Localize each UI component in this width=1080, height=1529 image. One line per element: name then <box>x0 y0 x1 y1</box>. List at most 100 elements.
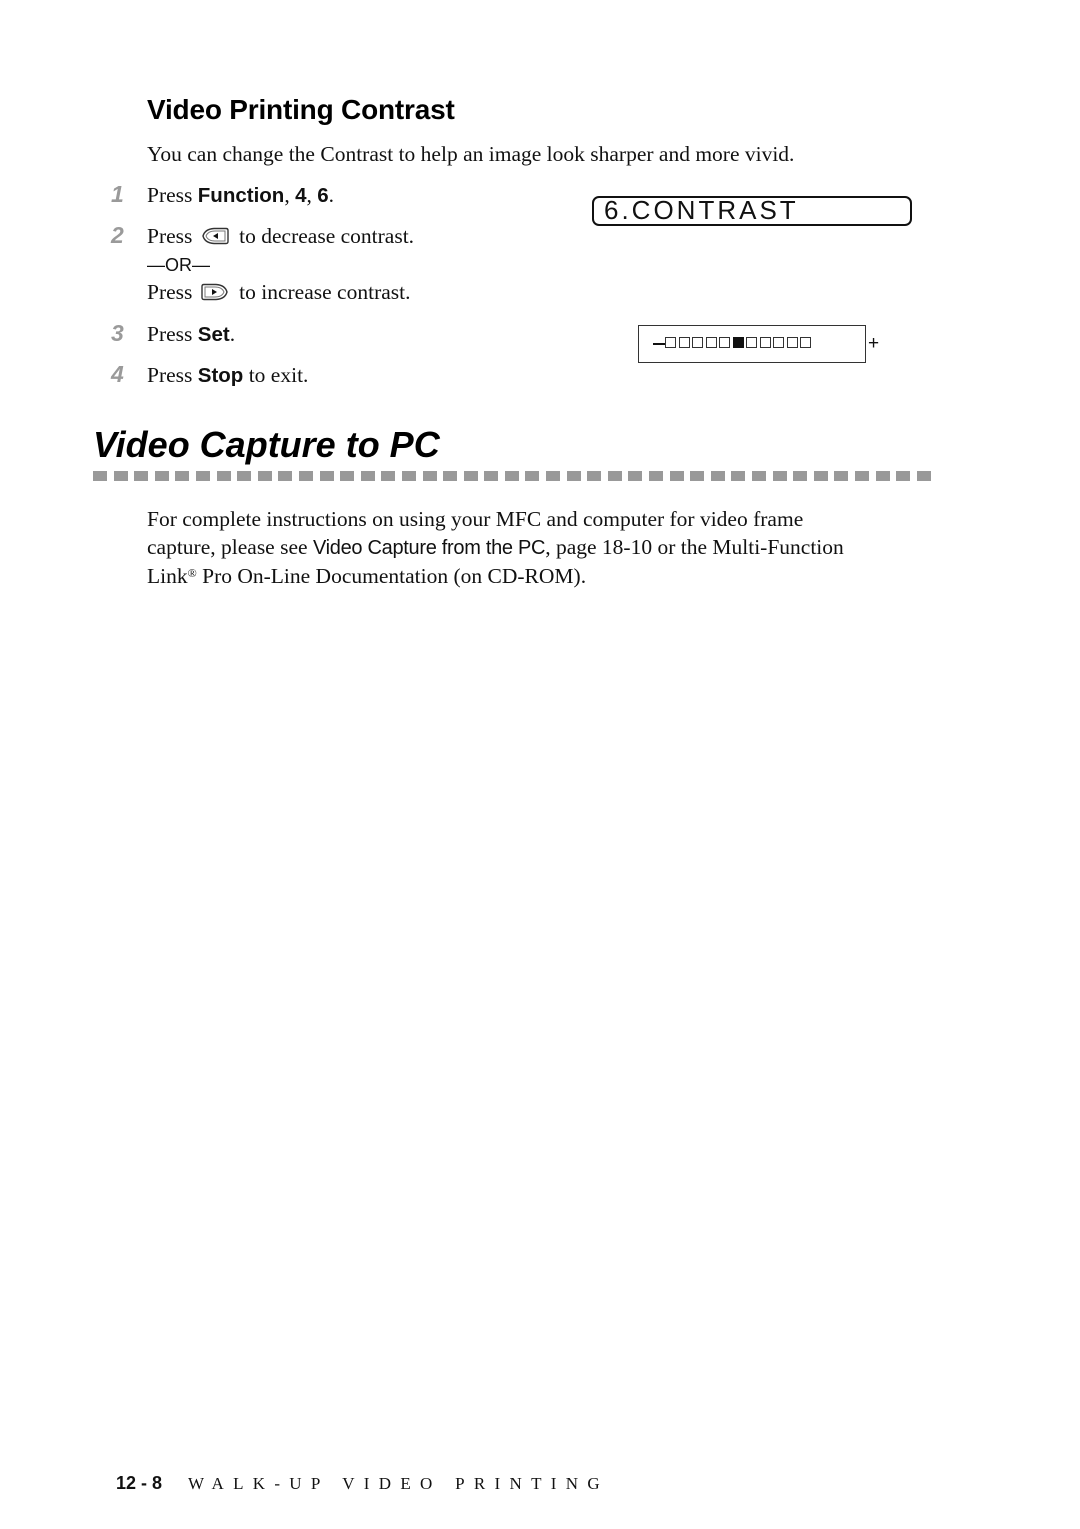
contrast-level-square <box>759 337 771 348</box>
step-3-text: Press Set. <box>147 320 235 349</box>
paragraph-text: capture, please see <box>147 535 313 559</box>
step-text-part: Press <box>147 322 198 346</box>
divider-dot <box>546 471 561 481</box>
divider-dot <box>813 471 828 481</box>
divider-dot <box>422 471 437 481</box>
cross-reference-link[interactable]: Video Capture from the PC <box>313 537 546 559</box>
key-4-label: 4 <box>295 184 307 207</box>
registered-mark: ® <box>187 566 197 580</box>
intro-text: You can change the Contrast to help an i… <box>147 142 795 166</box>
contrast-level-square <box>692 337 703 348</box>
step-text-part: , <box>306 183 318 207</box>
capture-paragraph: For complete instructions on using your … <box>147 505 947 590</box>
contrast-level-square <box>719 337 730 348</box>
contrast-level-square <box>773 337 784 348</box>
lcd-menu-text: 6.CONTRAST <box>604 195 799 225</box>
divider-dot <box>360 471 375 481</box>
paragraph-line: For complete instructions on using your … <box>147 507 804 531</box>
or-separator: —OR— <box>147 255 210 275</box>
step-text-part: to increase contrast. <box>233 280 411 304</box>
paragraph-text: Link <box>147 564 188 588</box>
divider-dot <box>772 471 787 481</box>
chapter-section-heading: Video Capture to PC <box>93 424 440 465</box>
divider-dot <box>834 471 849 481</box>
plus-icon: + <box>868 333 880 354</box>
step-text-part: Press <box>147 224 198 248</box>
divider-dot <box>587 471 602 481</box>
contrast-level-square <box>746 337 757 348</box>
divider-dot <box>566 471 581 481</box>
divider-dot <box>237 471 252 481</box>
function-key-label: Function <box>197 184 285 207</box>
contrast-level-square <box>678 337 690 348</box>
step-text-part: to exit. <box>243 363 309 387</box>
divider-dot <box>525 471 540 481</box>
divider-dot <box>463 471 478 481</box>
divider-dot <box>916 471 931 481</box>
divider-dot <box>93 471 107 481</box>
contrast-level-square <box>705 337 717 348</box>
divider-dot <box>854 471 869 481</box>
paragraph-text: , page 18-10 or the Multi-Function <box>545 535 844 559</box>
step-text-part: Press <box>147 280 198 304</box>
step-text-part: Press <box>147 363 198 387</box>
contrast-level-square <box>786 337 798 348</box>
paragraph-line: capture, please see Video Capture from t… <box>147 533 947 562</box>
divider-dot <box>195 471 210 481</box>
step-text-part: Press <box>147 183 198 207</box>
divider-dot <box>113 471 128 481</box>
divider-dot <box>278 471 293 481</box>
divider-dot <box>690 471 705 481</box>
step-1-text: Press Function, 4, 6. <box>147 181 334 210</box>
step-text-part: , <box>284 183 296 207</box>
divider-dot <box>484 471 499 481</box>
right-arrow-key-icon <box>200 281 230 303</box>
step-text-part: . <box>229 322 236 346</box>
step-number: 2 <box>111 222 124 248</box>
divider-dot <box>875 471 890 481</box>
divider-dot <box>134 471 149 481</box>
dotted-divider <box>93 471 931 481</box>
contrast-level-square <box>800 337 811 348</box>
key-6-label: 6 <box>317 184 329 207</box>
divider-dot <box>504 471 519 481</box>
page-number: 12 - 8 <box>116 1473 163 1493</box>
divider-dot <box>319 471 334 481</box>
divider-dot <box>216 471 231 481</box>
divider-dot <box>607 471 622 481</box>
divider-dot <box>752 471 766 481</box>
step-text-part: to decrease contrast. <box>233 224 415 248</box>
divider-dot <box>340 471 355 481</box>
paragraph-line: Link® Pro On-Line Documentation (on CD-R… <box>147 562 947 590</box>
contrast-level-bar <box>665 337 811 348</box>
contrast-level-square <box>665 337 676 348</box>
step-text-part: . <box>328 183 335 207</box>
step-4-text: Press Stop to exit. <box>147 361 308 390</box>
divider-dot <box>896 471 911 481</box>
lcd-menu-display: 6.CONTRAST <box>592 195 912 226</box>
divider-dot <box>175 471 190 481</box>
left-arrow-key-icon <box>200 225 230 247</box>
divider-dot <box>257 471 272 481</box>
divider-dot <box>710 471 725 481</box>
divider-dot <box>628 471 643 481</box>
lcd-contrast-scale <box>638 325 866 363</box>
set-key-label: Set <box>197 323 230 346</box>
divider-dot <box>381 471 396 481</box>
chapter-title: WALK-UP VIDEO PRINTING <box>188 1474 609 1493</box>
step-2-text: Press to decrease contrast. <box>147 222 414 250</box>
divider-dot <box>154 471 169 481</box>
divider-dot <box>669 471 684 481</box>
step-2-alt-text: Press to increase contrast. <box>147 278 410 306</box>
step-number: 1 <box>111 181 124 207</box>
divider-dot <box>793 471 808 481</box>
step-number: 3 <box>111 320 124 346</box>
section-heading: Video Printing Contrast <box>147 94 455 125</box>
page-footer: 12 - 8 WALK-UP VIDEO PRINTING <box>116 1473 609 1494</box>
divider-dot <box>401 471 416 481</box>
divider-dot <box>731 471 746 481</box>
divider-dot <box>443 471 458 481</box>
divider-dot <box>298 471 313 481</box>
step-number: 4 <box>111 361 124 387</box>
contrast-level-current <box>732 337 744 348</box>
